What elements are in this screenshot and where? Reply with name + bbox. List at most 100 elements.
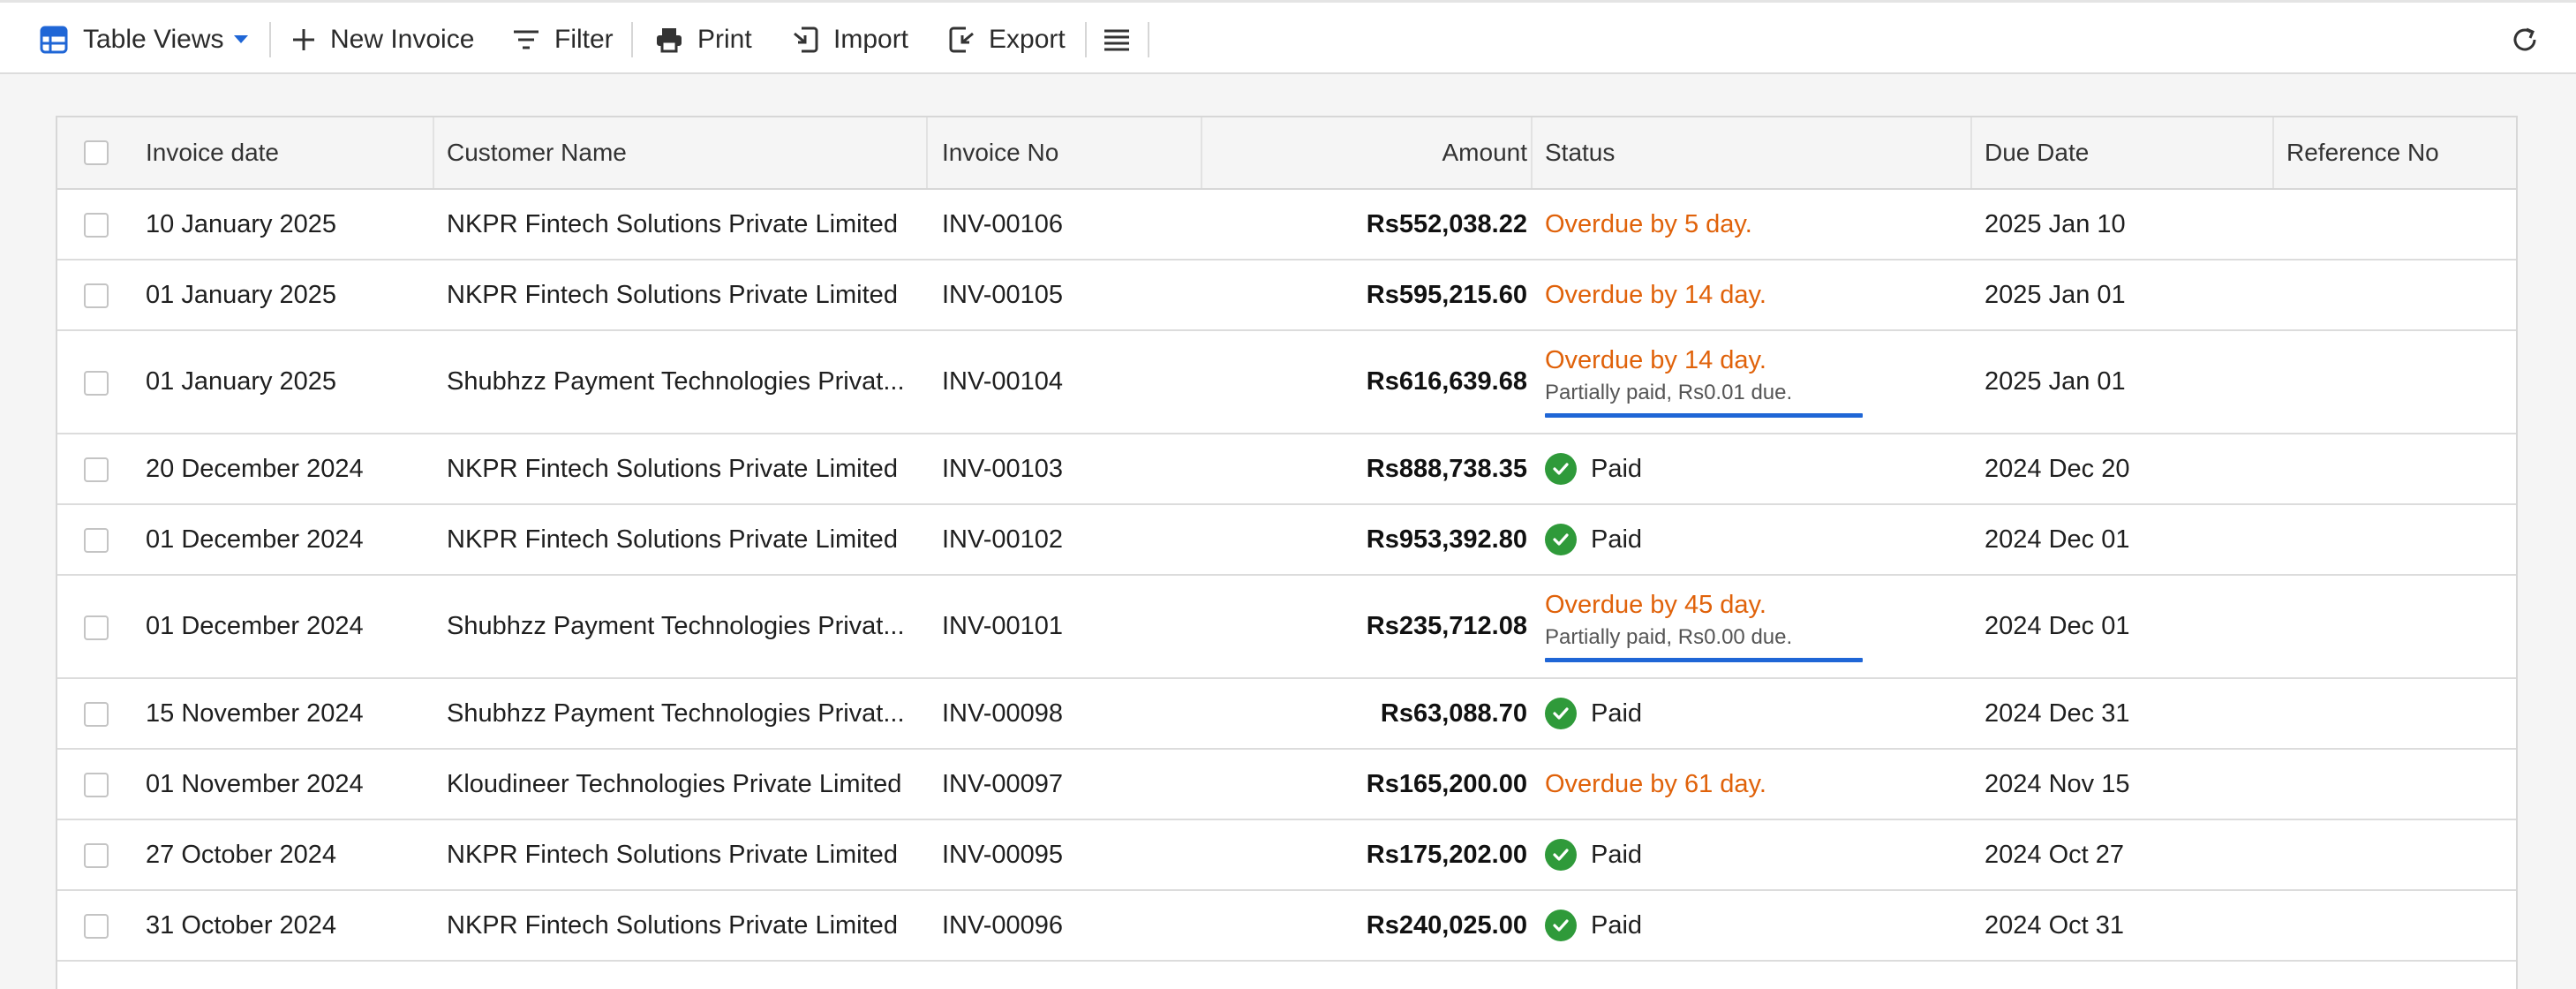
cell-customer-name: Shubhzz Payment Technologies Privat... (447, 698, 905, 728)
column-divider (926, 117, 928, 188)
cell-amount: Rs888,738.35 (1366, 454, 1527, 483)
check-circle-icon (1545, 698, 1577, 729)
cell-invoice-no: INV-00097 (942, 769, 1064, 798)
cell-reference-no (2286, 331, 2507, 433)
table-views-label: Table Views (83, 25, 224, 54)
toolbar-divider (1148, 22, 1149, 57)
partial-payment-note: Partially paid, Rs0.01 due. (1545, 381, 1793, 404)
row-checkbox[interactable] (84, 773, 109, 797)
toolbar-divider (1085, 22, 1087, 57)
status-text: Paid (1591, 910, 1643, 940)
cell-invoice-date: 20 December 2024 (146, 454, 364, 483)
header-due-date[interactable]: Due Date (1985, 117, 2089, 188)
row-checkbox[interactable] (84, 914, 109, 939)
table-row[interactable]: 01 December 2024 Shubhzz Payment Technolo… (57, 576, 2516, 679)
cell-reference-no (2286, 260, 2507, 329)
table-row[interactable]: 01 November 2024 Kloudineer Technologies … (57, 750, 2516, 820)
row-checkbox[interactable] (84, 843, 109, 868)
header-reference-no[interactable]: Reference No (2286, 117, 2439, 188)
cell-invoice-no: INV-00105 (942, 280, 1064, 309)
table-row[interactable]: 20 December 2024 NKPR Fintech Solutions P… (57, 434, 2516, 505)
row-checkbox[interactable] (84, 283, 109, 308)
column-settings-button[interactable] (1103, 3, 1131, 77)
check-circle-icon (1545, 453, 1577, 485)
overdue-status: Overdue by 5 day. (1545, 209, 1752, 238)
cell-amount: Rs63,088.70 (1380, 698, 1527, 728)
status-text: Paid (1591, 525, 1643, 554)
cell-reference-no (2286, 679, 2507, 748)
export-button[interactable]: Export (948, 3, 1066, 77)
payment-progress-bar (1545, 658, 1863, 662)
cell-customer-name: NKPR Fintech Solutions Private Limited (447, 280, 898, 309)
cell-reference-no (2286, 750, 2507, 819)
cell-customer-name: NKPR Fintech Solutions Private Limited (447, 454, 898, 483)
header-invoice-date[interactable]: Invoice date (146, 117, 279, 188)
refresh-button[interactable] (2511, 3, 2539, 77)
print-label: Print (697, 25, 752, 54)
select-all-checkbox[interactable] (84, 140, 109, 165)
header-status[interactable]: Status (1545, 117, 1615, 188)
table-views-button[interactable]: Table Views (39, 3, 249, 77)
row-checkbox[interactable] (84, 213, 109, 238)
column-divider (1531, 117, 1533, 188)
cell-due-date: 2024 Oct 31 (1985, 910, 2124, 940)
table-row[interactable]: 15 November 2024 Shubhzz Payment Technolo… (57, 679, 2516, 750)
row-checkbox[interactable] (84, 702, 109, 727)
new-invoice-label: New Invoice (330, 25, 475, 54)
table-grid-icon (39, 25, 69, 55)
import-button[interactable]: Import (793, 3, 908, 77)
table-row[interactable]: 10 January 2025 NKPR Fintech Solutions Pr… (57, 190, 2516, 260)
cell-reference-no (2286, 190, 2507, 259)
cell-amount: Rs165,200.00 (1366, 769, 1527, 798)
cell-invoice-date: 01 January 2025 (146, 280, 337, 309)
toolbar: Table Views New Invoice Filter Print Imp… (0, 0, 2576, 74)
cell-status: Paid (1545, 820, 1960, 889)
cell-status: Paid (1545, 891, 1960, 960)
cell-invoice-date: 15 November 2024 (146, 698, 364, 728)
cell-invoice-date: 27 October 2024 (146, 840, 337, 869)
filter-button[interactable]: Filter (512, 3, 614, 77)
check-circle-icon (1545, 910, 1577, 941)
cell-reference-no (2286, 576, 2507, 677)
cell-amount: Rs240,025.00 (1366, 910, 1527, 940)
paid-status: Paid (1545, 453, 1642, 485)
table-row[interactable]: 27 October 2024 NKPR Fintech Solutions Pr… (57, 820, 2516, 891)
column-divider (433, 117, 434, 188)
row-checkbox[interactable] (84, 370, 109, 396)
payment-progress-bar (1545, 413, 1863, 418)
toolbar-divider (269, 22, 271, 57)
header-amount[interactable]: Amount (1201, 117, 1528, 188)
cell-amount: Rs953,392.80 (1366, 525, 1527, 554)
row-checkbox[interactable] (84, 615, 109, 640)
cell-due-date: 2024 Dec 31 (1985, 698, 2130, 728)
table-row[interactable]: 01 December 2024 NKPR Fintech Solutions P… (57, 505, 2516, 576)
header-invoice-no[interactable]: Invoice No (942, 117, 1058, 188)
print-button[interactable]: Print (655, 3, 752, 77)
table-row[interactable]: 01 January 2025 NKPR Fintech Solutions Pr… (57, 260, 2516, 331)
filter-icon (512, 28, 540, 51)
table-header: Invoice date Customer Name Invoice No Am… (57, 117, 2516, 190)
cell-invoice-date: 10 January 2025 (146, 209, 337, 238)
check-circle-icon (1545, 524, 1577, 555)
cell-invoice-no: INV-00098 (942, 698, 1064, 728)
cell-amount: Rs235,712.08 (1366, 612, 1527, 640)
paid-status: Paid (1545, 910, 1642, 941)
table-row[interactable]: 01 January 2025 Shubhzz Payment Technolog… (57, 331, 2516, 434)
cell-customer-name: Shubhzz Payment Technologies Privat... (447, 367, 905, 396)
cell-amount: Rs595,215.60 (1366, 280, 1527, 309)
row-checkbox[interactable] (84, 528, 109, 553)
cell-reference-no (2286, 891, 2507, 960)
row-checkbox[interactable] (84, 457, 109, 482)
new-invoice-button[interactable]: New Invoice (291, 3, 474, 77)
plus-icon (291, 27, 316, 52)
header-customer-name[interactable]: Customer Name (447, 117, 627, 188)
cell-due-date: 2024 Oct 27 (1985, 840, 2124, 869)
cell-customer-name: NKPR Fintech Solutions Private Limited (447, 910, 898, 940)
cell-invoice-date: 31 October 2024 (146, 910, 337, 940)
export-icon (948, 26, 975, 54)
table-row[interactable]: 31 October 2024 NKPR Fintech Solutions Pr… (57, 891, 2516, 962)
cell-status: Overdue by 14 day. Partially paid, Rs0.01… (1545, 331, 1960, 433)
import-label: Import (833, 25, 909, 54)
printer-icon (655, 26, 683, 53)
status-text: Paid (1591, 840, 1643, 869)
